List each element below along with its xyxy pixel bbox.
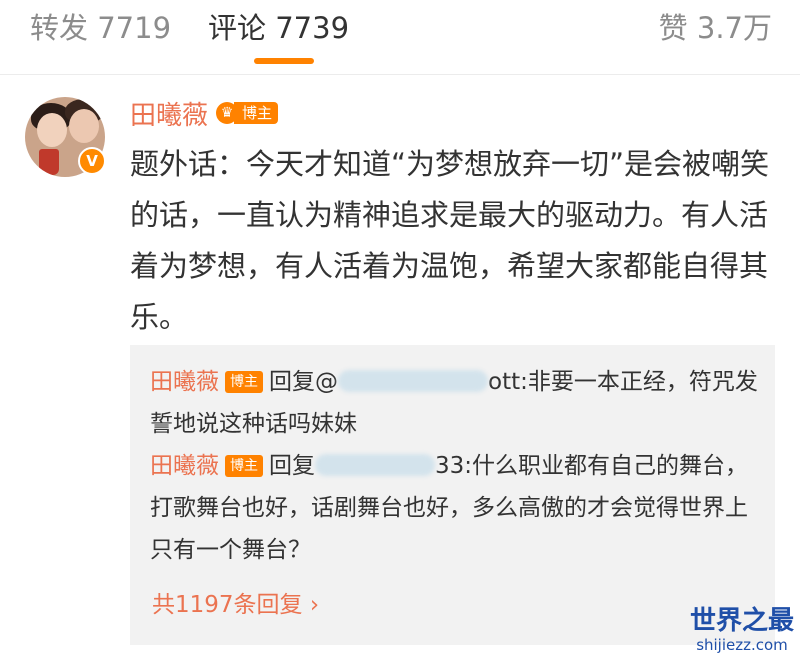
- blogger-badge-label: 博主: [234, 102, 279, 124]
- verified-v-icon: V: [78, 147, 106, 175]
- avatar-face: [37, 113, 67, 147]
- watermark-domain: shijiezz.com: [696, 636, 788, 654]
- watermark-title: 世界之最: [689, 606, 794, 636]
- tab-comment[interactable]: 评论 7739: [208, 6, 349, 50]
- comment-tabs: 转发 7719 评论 7739 赞 3.7万: [0, 0, 800, 70]
- tabs-divider: [0, 74, 800, 75]
- reply-prefix: 回复: [269, 453, 315, 479]
- tab-repost[interactable]: 转发 7719: [30, 6, 171, 50]
- reply-author-name[interactable]: 田曦薇: [150, 369, 219, 395]
- comment-author-name[interactable]: 田曦薇: [130, 95, 208, 132]
- blurred-username: [315, 454, 435, 476]
- view-all-replies-link[interactable]: 共1197条回复 ›: [152, 589, 319, 621]
- blogger-badge-label: 博主: [225, 455, 263, 477]
- reply-box[interactable]: 田曦薇 博主 回复@ ott:非要一本正经，符咒发誓地说这种话吗妹妹 田曦薇 博主 回复 3…: [130, 345, 775, 645]
- blogger-badge-label: 博主: [225, 371, 263, 393]
- blogger-badge: ♛ 博主: [216, 99, 279, 127]
- tab-like[interactable]: 赞 3.7万: [659, 6, 772, 50]
- reply-author-name[interactable]: 田曦薇: [150, 453, 219, 479]
- reply-prefix: 回复@: [269, 369, 338, 395]
- watermark-logo: 世界之最 shijiezz.com: [690, 606, 794, 654]
- comment-text: 题外话：今天才知道“为梦想放弃一切”是会被嘲笑的话，一直认为精神追求是最大的驱动…: [130, 147, 770, 334]
- avatar-face: [69, 109, 99, 143]
- avatar-drink: [39, 149, 59, 175]
- reply-item[interactable]: 田曦薇 博主 回复 33:什么职业都有自己的舞台，打歌舞台也好，话剧舞台也好，多么高傲…: [150, 445, 760, 571]
- blurred-username: [338, 370, 488, 392]
- reply-item[interactable]: 田曦薇 博主 回复@ ott:非要一本正经，符咒发誓地说这种话吗妹妹: [150, 361, 760, 445]
- active-tab-indicator: [254, 58, 314, 64]
- comment-author-row: 田曦薇 ♛ 博主: [130, 95, 279, 132]
